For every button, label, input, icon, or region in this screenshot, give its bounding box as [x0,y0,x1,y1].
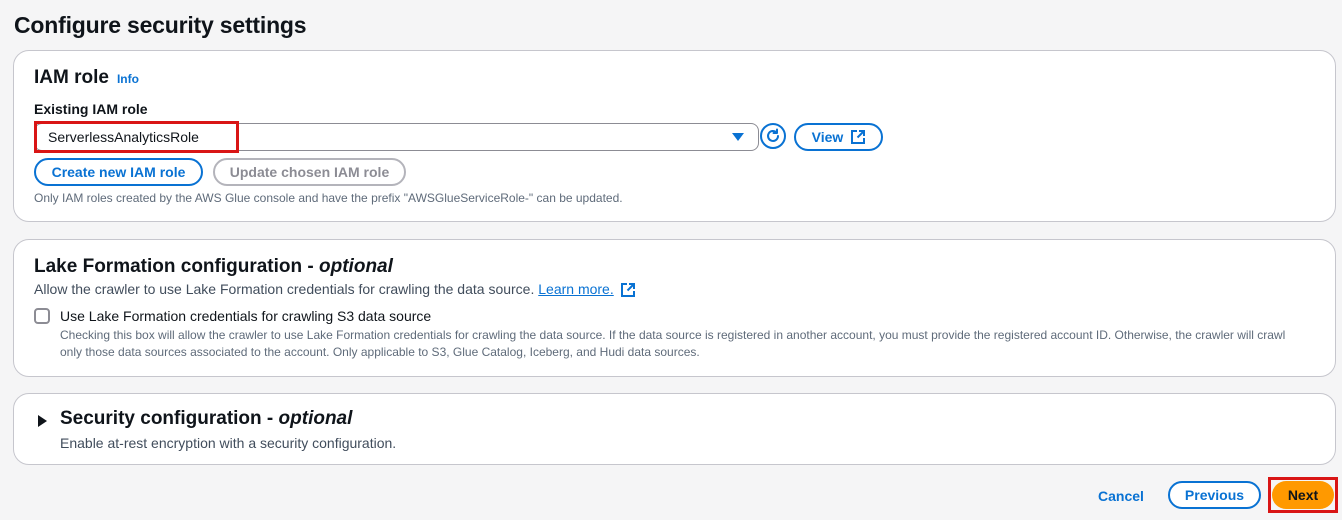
lake-formation-heading: Lake Formation configuration - optional [34,256,393,277]
security-configuration-description: Enable at-rest encryption with a securit… [60,435,397,451]
next-button[interactable]: Next [1272,481,1334,509]
update-iam-role-label: Update chosen IAM role [229,164,390,180]
view-button[interactable]: View [794,123,883,151]
lake-formation-checkbox-label[interactable]: Use Lake Formation credentials for crawl… [60,308,431,324]
iam-role-panel: IAM role Info Existing IAM role Serverle… [13,50,1336,222]
refresh-icon [767,128,779,142]
lake-formation-panel: Lake Formation configuration - optional … [13,239,1336,377]
learn-more-link[interactable]: Learn more. [538,281,613,297]
iam-role-heading: IAM role [34,67,109,88]
lake-formation-description: Allow the crawler to use Lake Formation … [34,281,635,298]
caret-down-icon [732,133,744,141]
security-configuration-panel: Security configuration - optional Enable… [13,393,1336,465]
iam-role-selected-value: ServerlessAnalyticsRole [48,129,199,145]
next-button-label: Next [1287,487,1319,503]
cancel-button[interactable]: Cancel [1098,488,1144,504]
iam-role-hint: Only IAM roles created by the AWS Glue c… [34,191,623,205]
iam-role-select[interactable]: ServerlessAnalyticsRole [34,123,759,151]
external-link-icon [620,283,635,298]
lake-formation-checkbox[interactable] [34,308,50,324]
caret-right-icon[interactable] [38,415,47,427]
page-title: Configure security settings [14,12,307,38]
previous-button-label: Previous [1184,487,1245,503]
create-iam-role-button[interactable]: Create new IAM role [34,158,203,186]
existing-iam-role-label: Existing IAM role [34,101,148,117]
lake-formation-checkbox-description: Checking this box will allow the crawler… [60,328,1286,359]
external-link-icon [851,130,866,144]
iam-role-info-link[interactable]: Info [117,72,139,86]
previous-button[interactable]: Previous [1168,481,1261,509]
view-button-label: View [811,129,844,145]
refresh-button[interactable] [760,123,786,149]
create-iam-role-label: Create new IAM role [51,164,186,180]
security-configuration-heading[interactable]: Security configuration - optional [60,408,352,430]
update-iam-role-button[interactable]: Update chosen IAM role [213,158,406,186]
